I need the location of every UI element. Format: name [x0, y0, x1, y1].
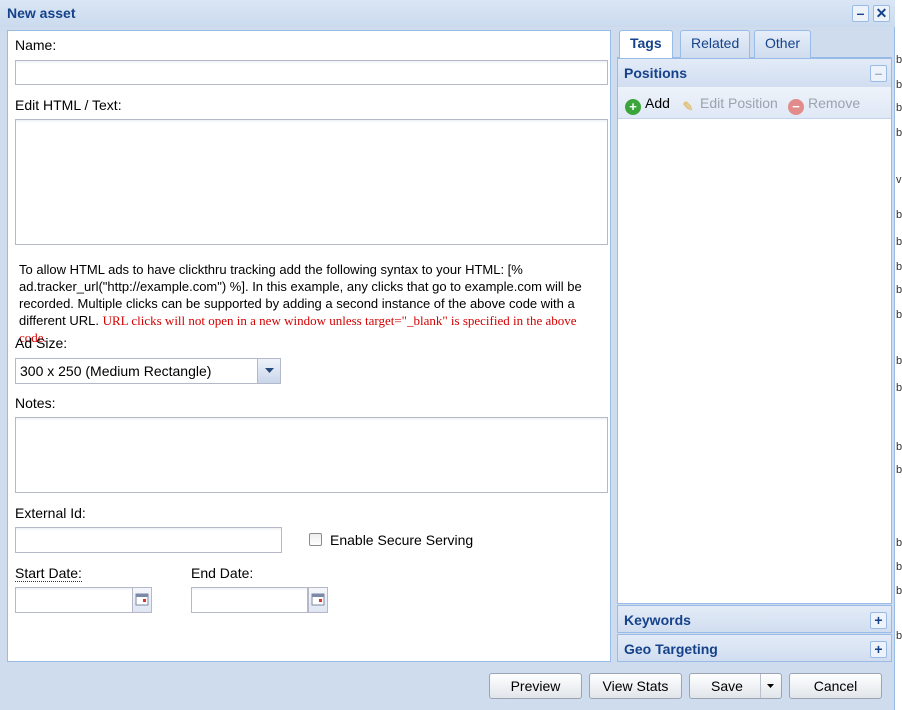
end-date-label: End Date: — [191, 565, 254, 581]
remove-icon: − — [788, 99, 804, 115]
clickthru-help-text: To allow HTML ads to have clickthru trac… — [19, 261, 599, 346]
calendar-icon — [311, 593, 325, 606]
tab-related[interactable]: Related — [680, 30, 751, 58]
split-divider — [760, 674, 761, 698]
positions-list[interactable] — [618, 120, 891, 603]
calendar-icon — [135, 593, 149, 606]
save-label: Save — [711, 678, 743, 694]
edit-position-button[interactable]: ✎ Edit Position — [680, 95, 778, 115]
pencil-icon: ✎ — [682, 99, 694, 114]
window-titlebar[interactable]: New asset – ✕ — [0, 0, 895, 27]
remove-position-button[interactable]: − Remove — [788, 95, 860, 115]
geo-targeting-header[interactable]: Geo Targeting + — [617, 634, 892, 662]
secure-serving-label: Enable Secure Serving — [330, 532, 474, 548]
targeting-panel: Tags Related Other Positions – + Add ✎ Edi… — [617, 30, 892, 662]
chevron-down-icon — [265, 368, 274, 373]
external-id-label: External Id: — [15, 505, 86, 521]
name-input[interactable] — [15, 60, 608, 85]
ad-size-value: 300 x 250 (Medium Rectangle) — [20, 363, 212, 379]
new-asset-window: New asset – ✕ Name: Edit HTML / Text: To… — [0, 0, 895, 710]
end-date-picker-button[interactable] — [308, 587, 328, 613]
expand-icon[interactable]: + — [870, 612, 887, 629]
keywords-header[interactable]: Keywords + — [617, 605, 892, 633]
external-id-input[interactable] — [15, 527, 282, 553]
positions-section: Positions – + Add ✎ Edit Position − Remove — [617, 58, 892, 604]
html-label: Edit HTML / Text: — [15, 97, 122, 113]
expand-icon[interactable]: + — [870, 641, 887, 658]
html-textarea[interactable] — [15, 119, 608, 245]
tab-strip: Tags Related Other — [617, 30, 892, 59]
ad-size-label: Ad Size: — [15, 335, 68, 351]
asset-form: Name: Edit HTML / Text: To allow HTML ad… — [7, 30, 611, 662]
cancel-button[interactable]: Cancel — [789, 673, 882, 699]
tab-tags[interactable]: Tags — [619, 30, 673, 59]
collapse-icon[interactable]: – — [870, 65, 887, 82]
chevron-down-icon[interactable] — [765, 674, 777, 698]
edit-label: Edit Position — [700, 95, 778, 111]
name-label: Name: — [15, 37, 57, 53]
secure-serving-checkbox[interactable] — [309, 533, 322, 546]
preview-button[interactable]: Preview — [489, 673, 582, 699]
minimize-icon[interactable]: – — [852, 5, 869, 22]
background-page-edge: bbb bvb bbb bbb bbb bbb — [895, 0, 902, 710]
positions-title: Positions — [624, 65, 688, 81]
ad-size-dropdown-trigger[interactable] — [257, 359, 280, 383]
keywords-title: Keywords — [624, 612, 691, 628]
view-stats-button[interactable]: View Stats — [589, 673, 682, 699]
notes-label: Notes: — [15, 395, 56, 411]
tab-other[interactable]: Other — [754, 30, 812, 58]
add-position-button[interactable]: + Add — [625, 95, 670, 115]
save-button[interactable]: Save — [689, 673, 782, 699]
help-warning: URL clicks will not open in a new window… — [19, 313, 577, 345]
start-date-picker-button[interactable] — [132, 587, 152, 613]
add-icon: + — [625, 99, 641, 115]
start-date-label: Start Date: — [15, 565, 82, 582]
positions-header: Positions – — [618, 59, 891, 87]
add-label: Add — [645, 95, 670, 111]
end-date-input[interactable] — [191, 587, 308, 613]
remove-label: Remove — [808, 95, 861, 111]
ad-size-select[interactable]: 300 x 250 (Medium Rectangle) — [15, 358, 281, 384]
start-date-input[interactable] — [15, 587, 134, 613]
close-icon[interactable]: ✕ — [873, 5, 890, 22]
notes-textarea[interactable] — [15, 417, 608, 493]
window-title: New asset — [7, 5, 76, 21]
geo-targeting-title: Geo Targeting — [624, 641, 718, 657]
positions-toolbar: + Add ✎ Edit Position − Remove — [618, 87, 891, 119]
